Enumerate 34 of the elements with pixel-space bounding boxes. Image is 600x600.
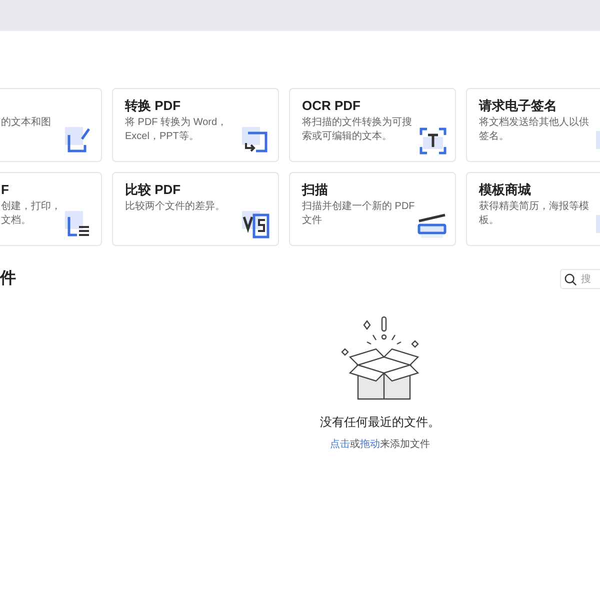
card-description: 比较两个文件的差异。 bbox=[125, 200, 225, 214]
card-title: OCR PDF bbox=[302, 97, 360, 115]
card-title: 比较 PDF bbox=[125, 181, 181, 199]
card-title: 模板商城 bbox=[479, 181, 531, 199]
edit-icon bbox=[65, 127, 93, 155]
convert-icon bbox=[242, 127, 270, 155]
tool-card[interactable]: 扫描 扫描并创建一个新的 PDF 文件 bbox=[289, 172, 456, 246]
tool-card[interactable]: 请求电子签名 将文档发送给其他人以供 签名。 bbox=[466, 88, 600, 162]
card-title: 请求电子签名 bbox=[479, 97, 557, 115]
card-description: 获得精美简历，海报等模 板。 bbox=[479, 200, 589, 228]
ocr-icon bbox=[419, 127, 447, 155]
card-title: F bbox=[1, 181, 9, 199]
empty-message: 没有任何最近的文件。 bbox=[320, 414, 440, 431]
card-description: 的文本和图 bbox=[1, 116, 51, 130]
compare-icon bbox=[242, 211, 270, 239]
add-files-hint: 点击或拖动来添加文件 bbox=[330, 438, 430, 452]
card-description: 将文档发送给其他人以供 签名。 bbox=[479, 116, 589, 144]
card-description: 创建，打印， 文档。 bbox=[1, 200, 61, 228]
add-files-link[interactable]: 拖动 bbox=[360, 439, 380, 450]
search-icon bbox=[564, 273, 577, 286]
search-field[interactable]: 搜 bbox=[560, 269, 600, 289]
tool-card[interactable]: 模板商城 获得精美简历，海报等模 板。 bbox=[466, 172, 600, 246]
tool-card[interactable]: F 创建，打印， 文档。 bbox=[0, 172, 102, 246]
add-files-link[interactable]: 点击 bbox=[330, 439, 350, 450]
tool-card[interactable]: 的文本和图 bbox=[0, 88, 102, 162]
card-description: 扫描并创建一个新的 PDF 文件 bbox=[302, 200, 415, 228]
tool-card[interactable]: OCR PDF 将扫描的文件转换为可搜 索或可编辑的文本。 bbox=[289, 88, 456, 162]
card-title: 转换 PDF bbox=[125, 97, 181, 115]
card-description: 将 PDF 转换为 Word， Excel，PPT等。 bbox=[125, 116, 228, 144]
tool-card[interactable]: 转换 PDF 将 PDF 转换为 Word， Excel，PPT等。 bbox=[112, 88, 279, 162]
card-title: 扫描 bbox=[302, 181, 328, 199]
card-description: 将扫描的文件转换为可搜 索或可编辑的文本。 bbox=[302, 116, 412, 144]
scanner-icon bbox=[417, 211, 447, 239]
tool-card[interactable]: 比较 PDF 比较两个文件的差异。 bbox=[112, 172, 279, 246]
